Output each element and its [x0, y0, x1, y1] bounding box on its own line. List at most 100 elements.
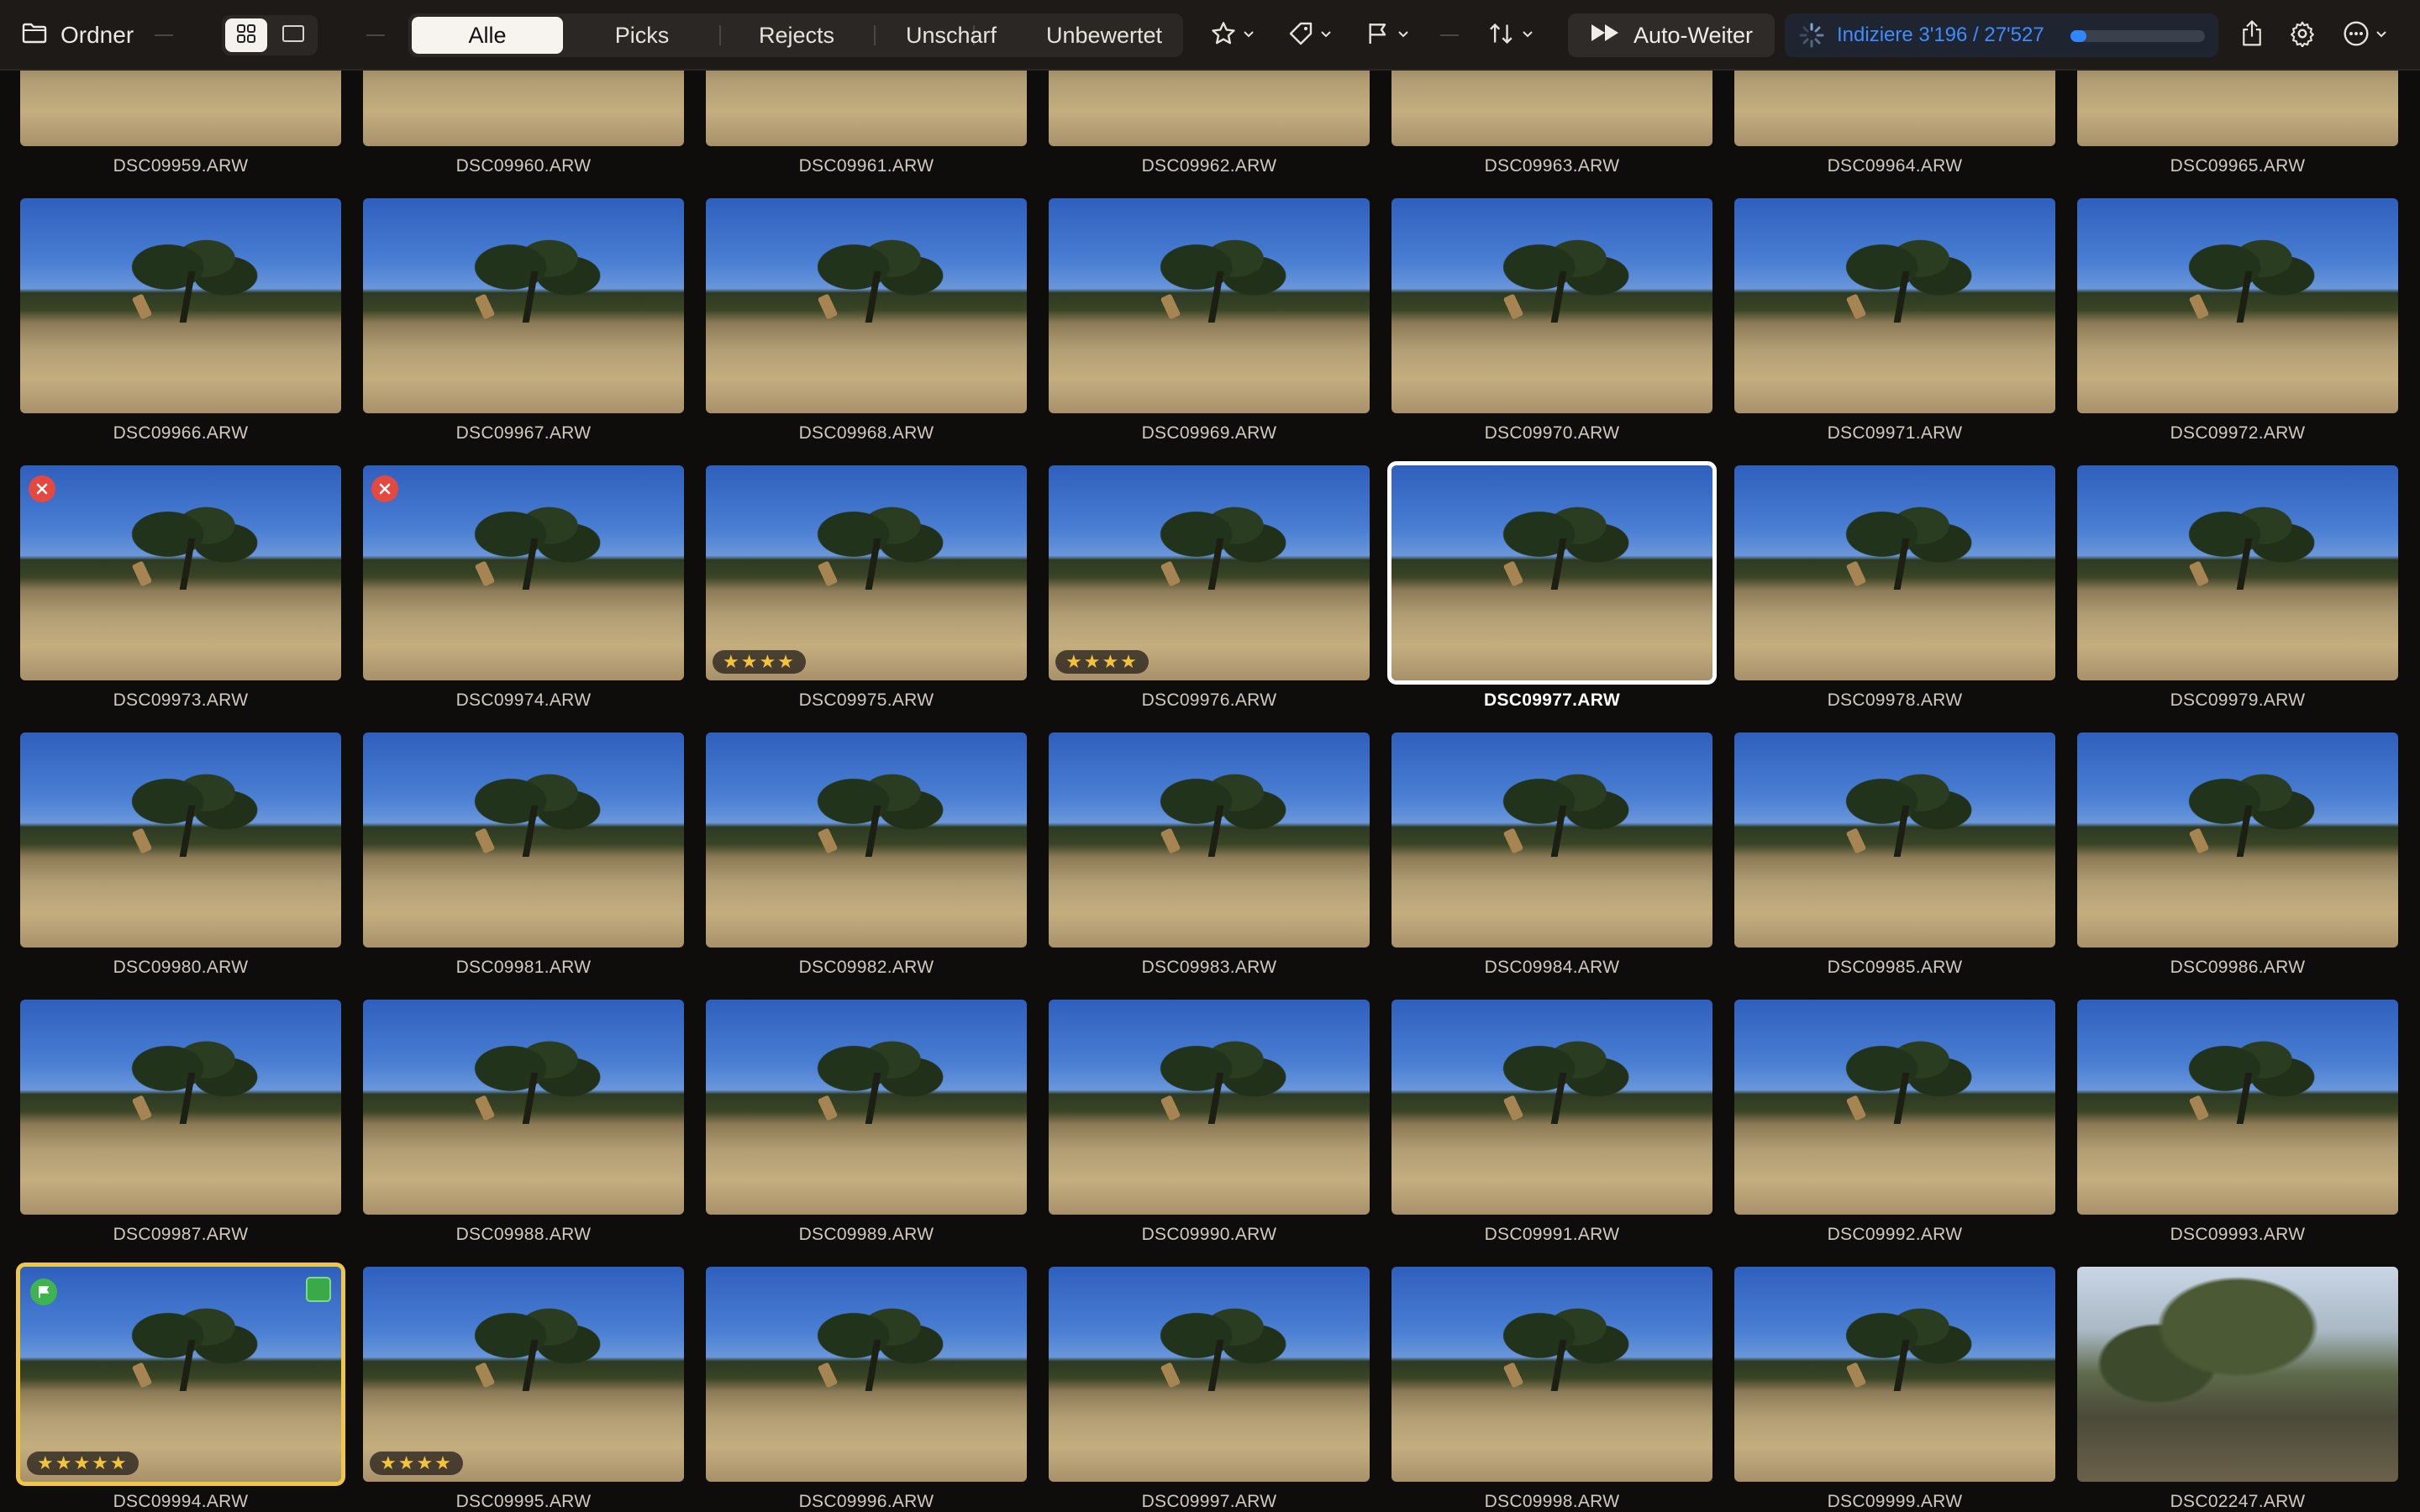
- photo-cell[interactable]: DSC09967.ARW: [363, 198, 684, 465]
- photo-thumbnail[interactable]: [1734, 1000, 2055, 1215]
- photo-thumbnail[interactable]: [706, 732, 1027, 948]
- photo-thumbnail[interactable]: [363, 465, 684, 680]
- photo-thumbnail[interactable]: [363, 1000, 684, 1215]
- photo-thumbnail[interactable]: [706, 1000, 1027, 1215]
- photo-cell[interactable]: DSC09987.ARW: [20, 1000, 341, 1267]
- photo-cell[interactable]: DSC09985.ARW: [1734, 732, 2055, 1000]
- photo-cell[interactable]: DSC09990.ARW: [1049, 1000, 1370, 1267]
- filter-unrated[interactable]: Unbewertet: [1028, 17, 1180, 54]
- photo-thumbnail[interactable]: [1734, 198, 2055, 413]
- photo-cell[interactable]: DSC09969.ARW: [1049, 198, 1370, 465]
- photo-cell[interactable]: DSC09974.ARW: [363, 465, 684, 732]
- sort-dropdown[interactable]: [1487, 17, 1534, 54]
- photo-cell[interactable]: DSC09996.ARW: [706, 1267, 1027, 1512]
- photo-thumbnail[interactable]: [706, 71, 1027, 146]
- photo-thumbnail[interactable]: [2077, 465, 2398, 680]
- photo-thumbnail[interactable]: [1049, 1000, 1370, 1215]
- photo-thumbnail[interactable]: ★★★★: [363, 1267, 684, 1482]
- photo-cell[interactable]: DSC09979.ARW: [2077, 465, 2398, 732]
- photo-thumbnail[interactable]: [706, 198, 1027, 413]
- photo-cell[interactable]: DSC09959.ARW: [20, 71, 341, 198]
- photo-cell[interactable]: DSC09981.ARW: [363, 732, 684, 1000]
- photo-cell[interactable]: DSC09982.ARW: [706, 732, 1027, 1000]
- photo-thumbnail[interactable]: [20, 198, 341, 413]
- photo-thumbnail[interactable]: [1392, 1000, 1712, 1215]
- share-button[interactable]: [2237, 19, 2267, 50]
- photo-thumbnail[interactable]: [2077, 732, 2398, 948]
- photo-thumbnail[interactable]: [2077, 1267, 2398, 1482]
- photo-cell[interactable]: DSC09984.ARW: [1392, 732, 1712, 1000]
- filter-all[interactable]: Alle: [412, 17, 563, 54]
- photo-cell[interactable]: DSC09970.ARW: [1392, 198, 1712, 465]
- photo-cell[interactable]: DSC09983.ARW: [1049, 732, 1370, 1000]
- photo-cell[interactable]: DSC09997.ARW: [1049, 1267, 1370, 1512]
- photo-cell[interactable]: ★★★★ DSC09976.ARW: [1049, 465, 1370, 732]
- photo-cell[interactable]: DSC09977.ARW: [1387, 461, 1717, 732]
- photo-cell[interactable]: DSC09993.ARW: [2077, 1000, 2398, 1267]
- photo-cell[interactable]: DSC09972.ARW: [2077, 198, 2398, 465]
- rating-filter-dropdown[interactable]: [1210, 17, 1255, 54]
- filter-blurry[interactable]: Unscharf: [876, 17, 1027, 54]
- photo-thumbnail[interactable]: [363, 71, 684, 146]
- photo-thumbnail[interactable]: [1392, 198, 1712, 413]
- single-view-button[interactable]: [272, 18, 314, 52]
- more-menu-button[interactable]: [2343, 17, 2388, 54]
- photo-cell[interactable]: DSC09980.ARW: [20, 732, 341, 1000]
- filter-rejects[interactable]: Rejects: [721, 17, 872, 54]
- settings-button[interactable]: [2287, 20, 2317, 50]
- photo-cell[interactable]: ★★★★ DSC09995.ARW: [363, 1267, 684, 1512]
- photo-cell[interactable]: ★★★★★ DSC09994.ARW: [16, 1263, 345, 1512]
- photo-cell[interactable]: DSC09965.ARW: [2077, 71, 2398, 198]
- photo-thumbnail[interactable]: [1734, 465, 2055, 680]
- photo-cell[interactable]: DSC09989.ARW: [706, 1000, 1027, 1267]
- photo-thumbnail[interactable]: [1392, 71, 1712, 146]
- photo-cell[interactable]: DSC09961.ARW: [706, 71, 1027, 198]
- photo-thumbnail[interactable]: ★★★★: [1049, 465, 1370, 680]
- photo-thumbnail[interactable]: [1049, 732, 1370, 948]
- photo-cell[interactable]: ★★★★ DSC09975.ARW: [706, 465, 1027, 732]
- photo-cell[interactable]: DSC09962.ARW: [1049, 71, 1370, 198]
- photo-thumbnail[interactable]: [706, 1267, 1027, 1482]
- folder-button[interactable]: Ordner: [22, 15, 134, 55]
- photo-thumbnail[interactable]: [2077, 1000, 2398, 1215]
- photo-cell[interactable]: DSC09999.ARW: [1734, 1267, 2055, 1512]
- photo-cell[interactable]: DSC09988.ARW: [363, 1000, 684, 1267]
- photo-thumbnail[interactable]: [20, 1000, 341, 1215]
- photo-cell[interactable]: DSC09973.ARW: [20, 465, 341, 732]
- flag-filter-dropdown[interactable]: [1365, 17, 1410, 54]
- photo-thumbnail[interactable]: [1387, 461, 1717, 685]
- auto-advance-button[interactable]: Auto-Weiter: [1568, 13, 1775, 57]
- photo-thumbnail[interactable]: [1734, 71, 2055, 146]
- photo-cell[interactable]: DSC02247.ARW: [2077, 1267, 2398, 1512]
- photo-cell[interactable]: DSC09978.ARW: [1734, 465, 2055, 732]
- photo-cell[interactable]: DSC09960.ARW: [363, 71, 684, 198]
- photo-thumbnail[interactable]: [1392, 732, 1712, 948]
- photo-thumbnail[interactable]: [1049, 1267, 1370, 1482]
- photo-thumbnail[interactable]: ★★★★: [706, 465, 1027, 680]
- photo-thumbnail[interactable]: ★★★★★: [16, 1263, 345, 1486]
- photo-cell[interactable]: DSC09986.ARW: [2077, 732, 2398, 1000]
- photo-thumbnail[interactable]: [20, 465, 341, 680]
- photo-cell[interactable]: DSC09971.ARW: [1734, 198, 2055, 465]
- photo-thumbnail[interactable]: [1392, 1267, 1712, 1482]
- photo-thumbnail[interactable]: [2077, 198, 2398, 413]
- photo-cell[interactable]: DSC09991.ARW: [1392, 1000, 1712, 1267]
- photo-thumbnail[interactable]: [20, 732, 341, 948]
- photo-thumbnail[interactable]: [2077, 71, 2398, 146]
- grid-view-button[interactable]: [225, 18, 267, 52]
- filter-picks[interactable]: Picks: [566, 17, 718, 54]
- photo-thumbnail[interactable]: [363, 732, 684, 948]
- photo-thumbnail[interactable]: [1734, 1267, 2055, 1482]
- photo-cell[interactable]: DSC09964.ARW: [1734, 71, 2055, 198]
- photo-thumbnail[interactable]: [1734, 732, 2055, 948]
- photo-thumbnail[interactable]: [1049, 71, 1370, 146]
- photo-thumbnail[interactable]: [363, 198, 684, 413]
- photo-thumbnail[interactable]: [20, 71, 341, 146]
- tag-filter-dropdown[interactable]: [1287, 17, 1333, 54]
- photo-cell[interactable]: DSC09998.ARW: [1392, 1267, 1712, 1512]
- photo-cell[interactable]: DSC09963.ARW: [1392, 71, 1712, 198]
- photo-cell[interactable]: DSC09992.ARW: [1734, 1000, 2055, 1267]
- photo-cell[interactable]: DSC09968.ARW: [706, 198, 1027, 465]
- photo-thumbnail[interactable]: [1049, 198, 1370, 413]
- photo-cell[interactable]: DSC09966.ARW: [20, 198, 341, 465]
